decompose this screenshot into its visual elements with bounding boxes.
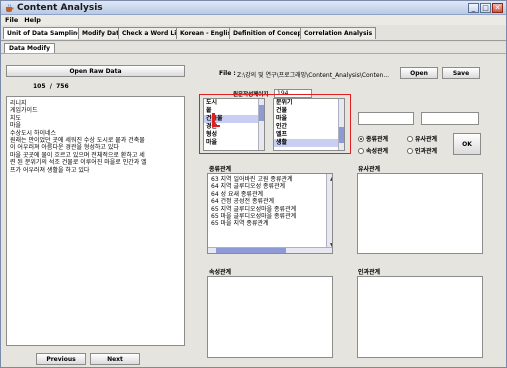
minimize-button[interactable]: _ <box>468 3 479 13</box>
close-button[interactable]: ✕ <box>492 3 503 13</box>
open-file-button[interactable]: Open <box>400 67 438 79</box>
radio-kind-relation[interactable]: 종류관계 <box>358 134 388 143</box>
record-counter: 105 / 756 <box>33 83 69 90</box>
attribute-relation-title: 속성관계 <box>209 269 232 276</box>
maximize-button[interactable]: □ <box>480 3 491 13</box>
list-item[interactable]: 64 지역 글루디오성 종류관계 <box>208 183 332 190</box>
scroll-thumb[interactable] <box>216 248 286 253</box>
list-item[interactable]: 도시 <box>204 99 264 107</box>
word-list-highlight: 도시 뭍 건축물 경관 형성 마을 분위기 건물 마을 인간 엘프 생활 <box>199 94 351 154</box>
radio-dot[interactable] <box>358 147 364 154</box>
scroll-thumb[interactable] <box>259 105 264 121</box>
word-input-right[interactable] <box>421 112 479 125</box>
main-tab-bar: Unit of Data Sampling Modify Data Check … <box>1 25 506 41</box>
causal-relation-title: 인과관계 <box>358 269 381 276</box>
radio-dot[interactable] <box>407 147 413 154</box>
radio-label: 유사관계 <box>415 136 438 143</box>
counter-separator: / <box>49 83 52 90</box>
text-line: 게임가이드 <box>10 107 38 115</box>
file-label: File : <box>219 70 236 77</box>
text-line: 련 된 분위기의 석조 건물로 이루어진 마을로 인간과 엘 <box>10 159 147 167</box>
list-item[interactable]: 인간 <box>274 123 344 131</box>
text-line: 이 어우러져 아름다운 경관을 형성하고 있다 <box>10 144 119 152</box>
counter-current: 105 <box>33 83 46 90</box>
data-modify-panel: Open Raw Data 105 / 756 리니지 게임가이드 지도 마을 … <box>1 53 506 367</box>
text-line: 프가 어우러져 생활을 하고 있다 <box>10 166 90 174</box>
radio-dot[interactable] <box>407 135 413 142</box>
text-line: 마을 <box>10 122 22 130</box>
ok-button[interactable]: OK <box>453 133 481 155</box>
list-item[interactable]: 마을 <box>274 115 344 123</box>
sub-tab-bar: Data Modify <box>1 42 506 53</box>
list-item[interactable]: 건물 <box>274 107 344 115</box>
radio-attribute-relation[interactable]: 속성관계 <box>358 146 388 155</box>
list-item[interactable]: 65 지역 글루디오성마을 종류관계 <box>208 206 332 213</box>
attribute-relation-list[interactable] <box>207 276 333 358</box>
radio-label: 인과관계 <box>415 148 438 155</box>
next-button[interactable]: Next <box>90 353 140 365</box>
maximize-icon: □ <box>482 4 489 12</box>
window-title: Content Analysis <box>17 3 103 13</box>
file-path: Z:\강의 및 연구\프로그래밍\Content_Analysis\Conten… <box>237 72 390 79</box>
causal-relation-list[interactable] <box>357 276 483 358</box>
tab-data-modify[interactable]: Data Modify <box>4 43 56 53</box>
list-item-selected[interactable]: 생활 <box>274 139 344 147</box>
save-file-button[interactable]: Save <box>442 67 480 79</box>
tab-definition-of-concept[interactable]: Definition of Concept <box>229 27 309 39</box>
menu-help[interactable]: Help <box>24 15 41 25</box>
right-list-scrollbar[interactable] <box>338 99 344 150</box>
list-item[interactable]: 마을 <box>204 139 264 147</box>
similar-relation-title: 유사관계 <box>358 166 381 173</box>
similar-relation-list[interactable] <box>357 173 483 254</box>
word-input-left[interactable] <box>358 112 414 125</box>
radio-label: 종류관계 <box>366 136 389 143</box>
kind-relation-title: 종류관계 <box>209 166 232 173</box>
list-item[interactable]: 64 건정 공성전 종류관계 <box>208 198 332 205</box>
previous-button[interactable]: Previous <box>36 353 86 365</box>
minimize-icon: _ <box>471 4 476 12</box>
app-window: Content Analysis _ □ ✕ File Help Unit of… <box>0 0 507 368</box>
left-list-scrollbar[interactable] <box>258 99 264 150</box>
list-item[interactable]: 형성 <box>204 131 264 139</box>
list-item[interactable]: 엘프 <box>274 131 344 139</box>
kind-relation-list[interactable]: 63 지역 일어바린 고원 종류관계 64 지역 글루디오성 종류관계 64 성… <box>207 173 333 254</box>
radio-dot[interactable] <box>358 135 364 142</box>
radio-similar-relation[interactable]: 유사관계 <box>407 134 437 143</box>
open-raw-data-button[interactable]: Open Raw Data <box>6 65 185 77</box>
tab-correlation-analysis[interactable]: Correlation Analysis <box>300 27 377 39</box>
list-item[interactable]: 65 마을 지역 종류관계 <box>208 220 332 227</box>
title-bar[interactable]: Content Analysis _ □ ✕ <box>1 1 506 15</box>
list-item[interactable]: 분위기 <box>274 99 344 107</box>
close-icon: ✕ <box>494 4 501 12</box>
radio-causal-relation[interactable]: 인과관계 <box>407 146 437 155</box>
radio-label: 속성관계 <box>366 148 389 155</box>
kind-list-hscrollbar[interactable] <box>208 247 332 253</box>
tab-unit-of-data-sampling[interactable]: Unit of Data Sampling <box>3 27 86 39</box>
scroll-thumb[interactable] <box>339 127 344 143</box>
word-list-right[interactable]: 분위기 건물 마을 인간 엘프 생활 <box>273 98 345 151</box>
text-line: 지도 <box>10 114 22 122</box>
red-arrow-marker <box>212 125 220 127</box>
menu-file[interactable]: File <box>5 15 18 25</box>
counter-total: 756 <box>56 83 69 90</box>
kind-list-vscrollbar[interactable]: ▲ ▼ <box>326 174 332 249</box>
scroll-up-arrow-icon[interactable]: ▲ <box>327 175 332 182</box>
raw-text-area[interactable]: 리니지 게임가이드 지도 마을 수상도시 하이네스 원래는 만이었던 곳에 세워… <box>6 96 185 346</box>
coffee-cup-icon <box>6 4 14 12</box>
menu-bar: File Help <box>1 15 506 25</box>
text-line: 수상도시 하이네스 <box>10 129 57 137</box>
